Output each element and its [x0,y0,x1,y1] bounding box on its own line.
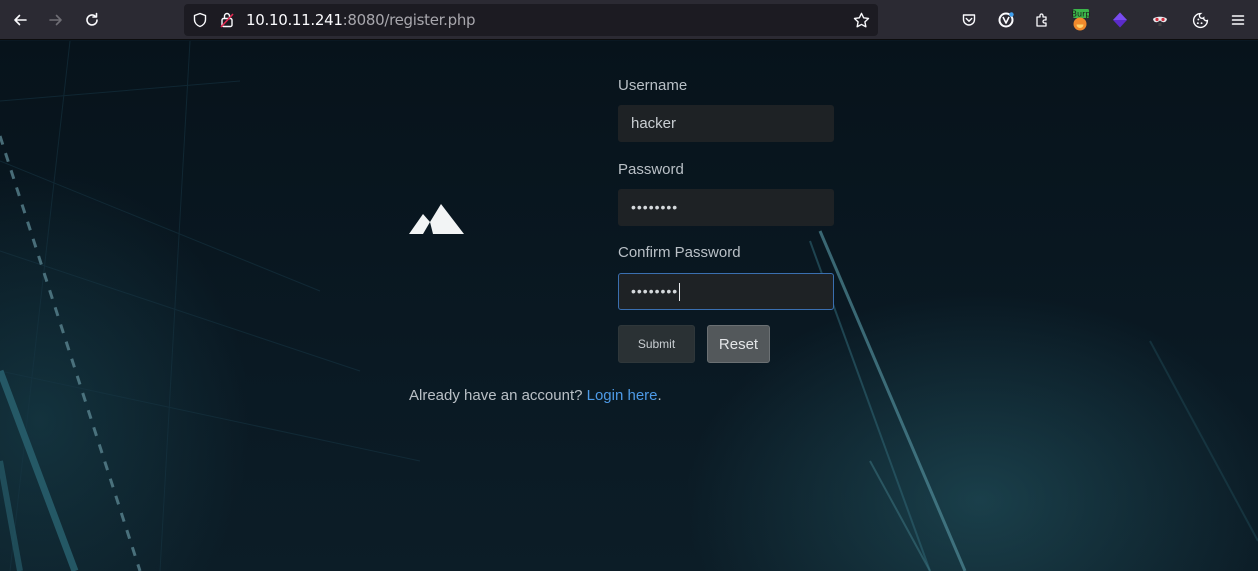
cube-extension-icon [1113,12,1127,28]
bookmark-star-icon[interactable] [853,12,870,29]
forward-button[interactable] [42,6,70,34]
login-link[interactable]: Login here [587,387,658,404]
page-content: Username hacker Password •••••••• Confir… [0,41,1258,571]
username-input[interactable]: hacker [618,105,834,142]
password-label: Password [618,161,684,178]
pocket-icon [962,14,976,26]
confirm-password-label: Confirm Password [618,244,741,261]
account-icon [998,12,1014,28]
url-text[interactable]: 10.10.11.241:8080/register.php [246,11,476,29]
back-button[interactable] [6,6,34,34]
password-input[interactable]: •••••••• [618,189,834,226]
mountain-logo-icon [409,204,464,234]
back-arrow-icon [14,14,27,26]
shield-icon[interactable] [192,12,208,28]
password-value: •••••••• [631,199,679,215]
extensions-icon [1036,13,1047,27]
menu-icon [1231,15,1245,25]
login-prompt-suffix: . [657,387,662,404]
lock-icon[interactable] [219,11,235,29]
mask-extension-button[interactable] [1146,6,1174,34]
burp-badge-text: Burp [1072,10,1091,19]
cookie-extension-button[interactable] [1186,6,1214,34]
login-prompt: Already have an account? Login here. [409,387,662,404]
reload-icon [86,12,98,26]
reset-button[interactable]: Reset [707,325,770,363]
submit-button[interactable]: Submit [618,325,695,363]
login-prompt-text: Already have an account? [409,387,583,404]
mask-extension-icon [1153,16,1167,26]
cookie-icon [1192,12,1208,28]
reload-button[interactable] [78,6,106,34]
username-label: Username [618,77,688,94]
address-bar[interactable]: 10.10.11.241:8080/register.php [184,4,878,36]
account-button[interactable] [992,6,1020,34]
text-caret [679,283,681,302]
url-path: :8080/register.php [342,11,476,29]
confirm-password-input[interactable]: •••••••• [618,273,834,310]
burp-extension-icon: Burp [1072,9,1091,31]
burp-extension-button[interactable]: Burp [1066,6,1094,34]
cube-extension-button[interactable] [1106,6,1134,34]
forward-arrow-icon [49,14,62,26]
menu-button[interactable] [1224,6,1252,34]
extensions-button[interactable] [1028,6,1056,34]
browser-toolbar: 10.10.11.241:8080/register.php Burp [0,0,1258,40]
pocket-button[interactable] [955,6,983,34]
username-value: hacker [631,115,677,132]
confirm-password-value: •••••••• [631,283,679,299]
url-host: 10.10.11.241 [246,11,343,29]
